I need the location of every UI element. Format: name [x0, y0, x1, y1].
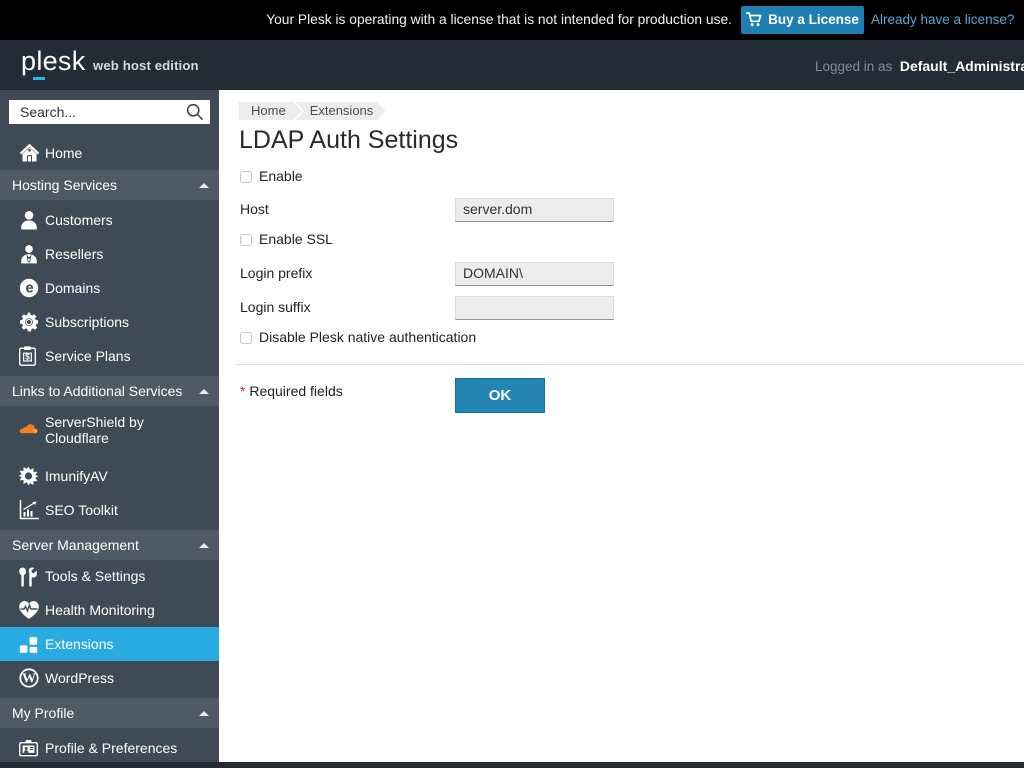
svg-text:e: e [26, 281, 34, 297]
svg-text:W: W [22, 671, 36, 686]
svg-text:$: $ [25, 352, 30, 362]
